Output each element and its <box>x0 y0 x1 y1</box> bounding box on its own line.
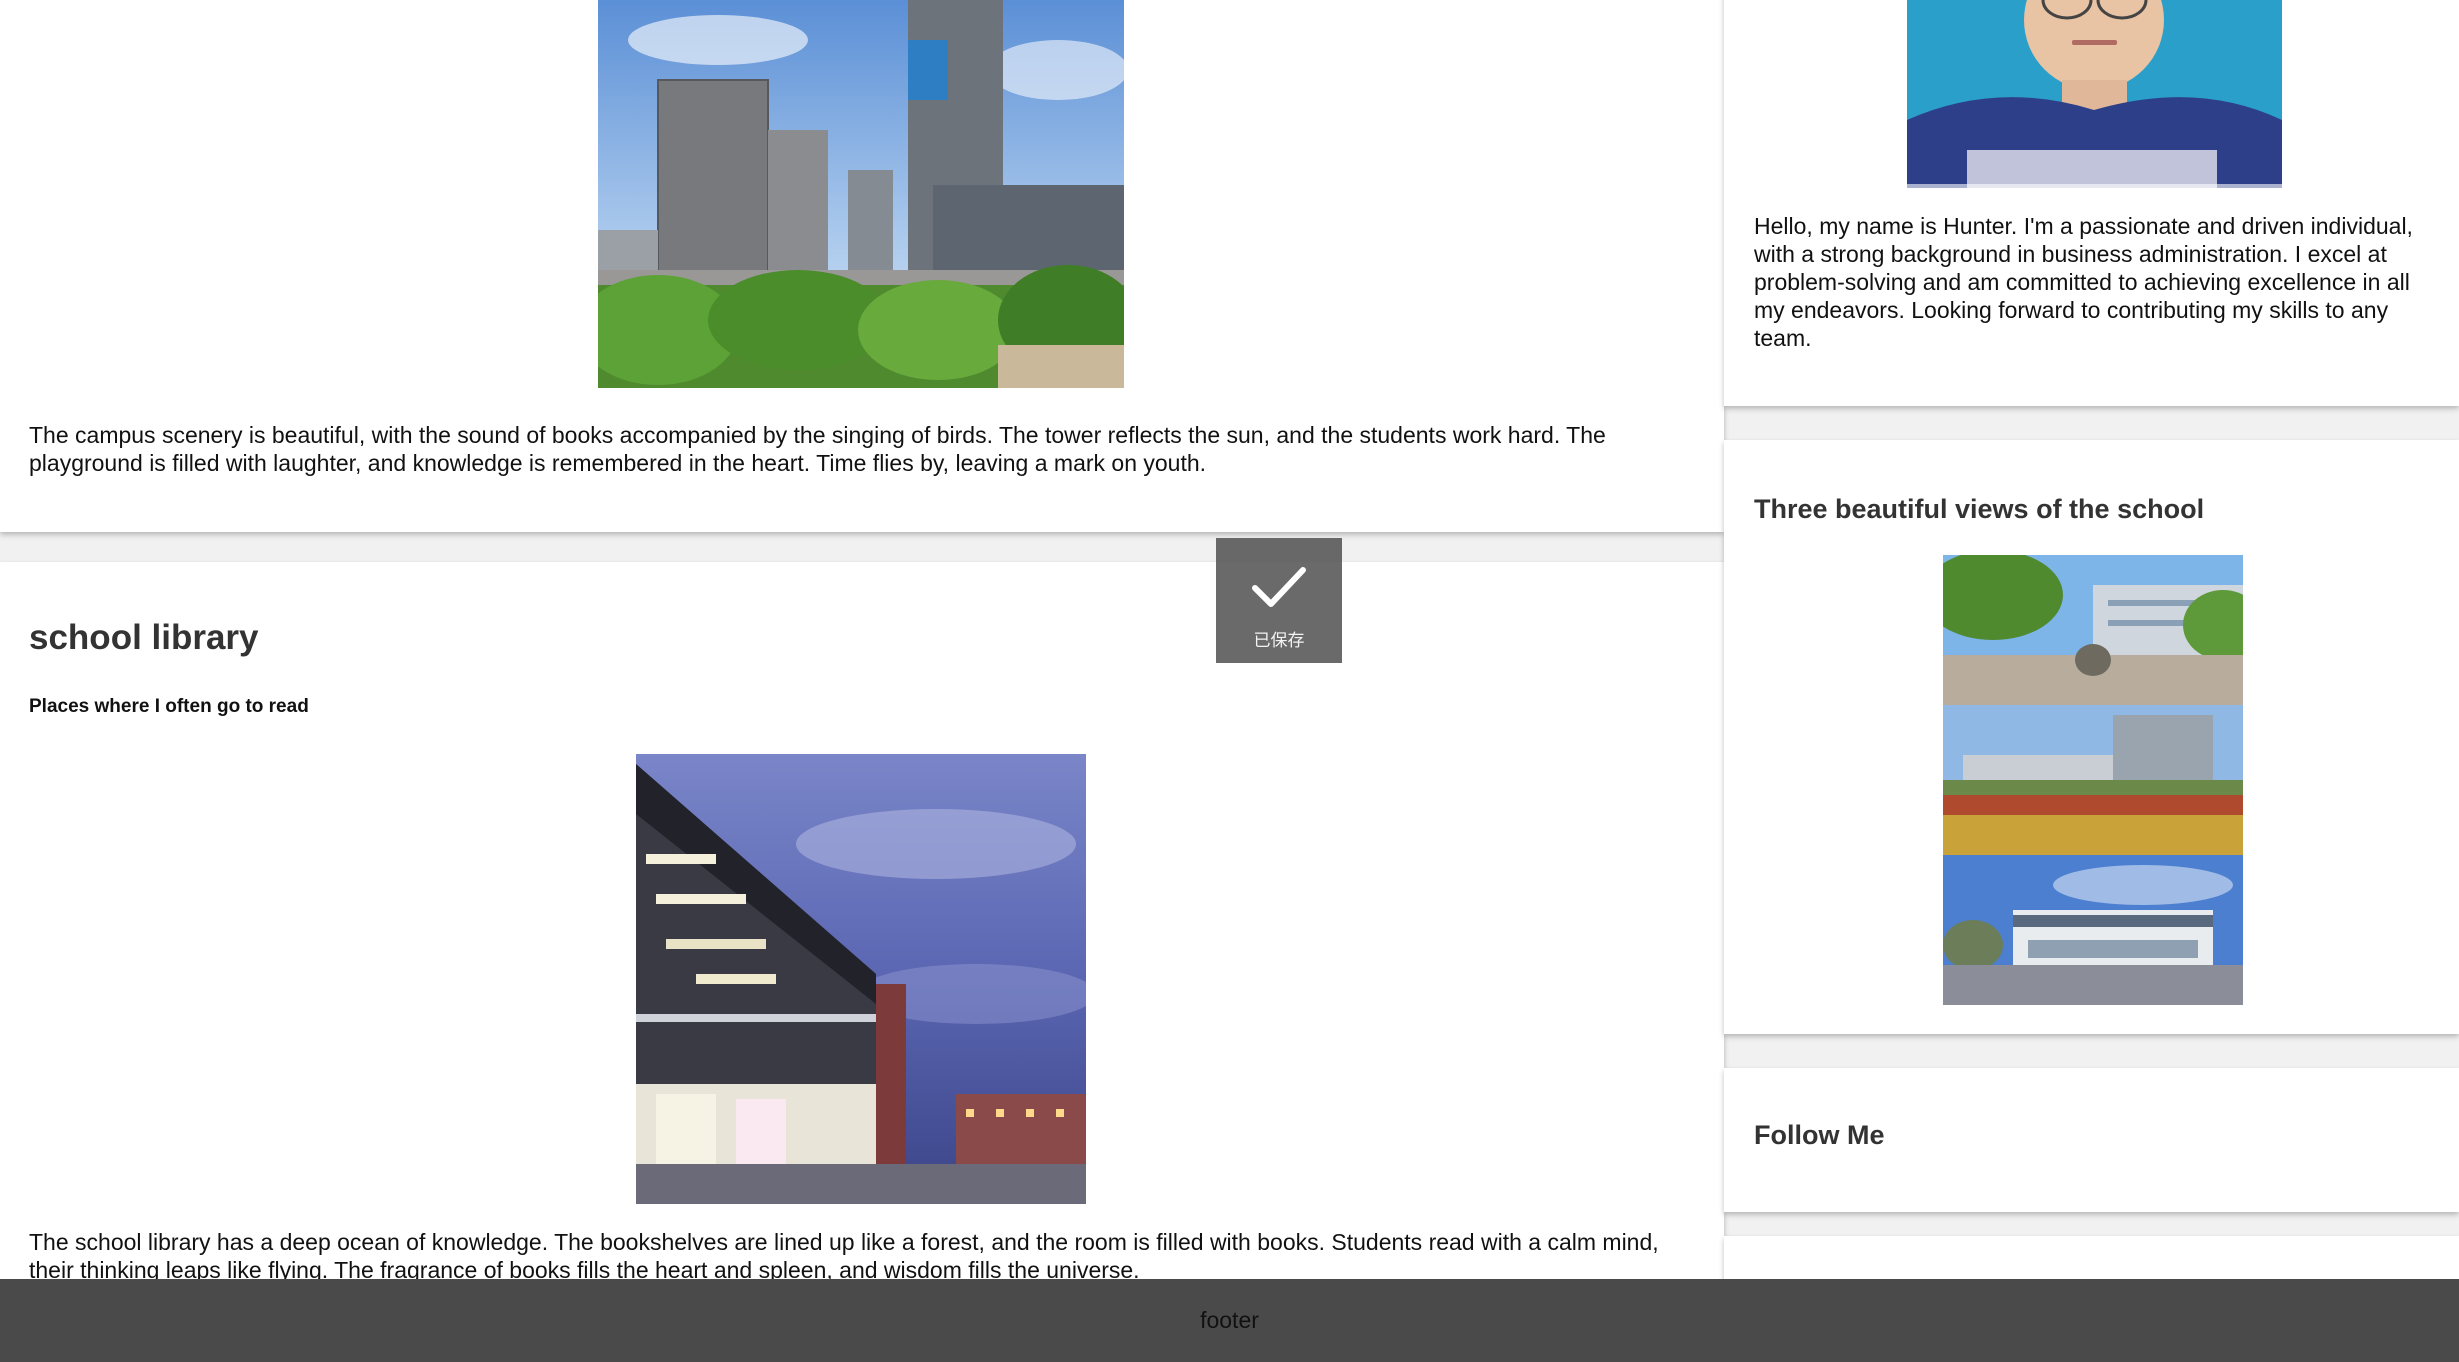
footer-text: footer <box>1200 1307 1259 1333</box>
school-view-1-image <box>1943 555 2243 705</box>
school-view-2-image <box>1943 705 2243 855</box>
profile-photo <box>1907 0 2282 188</box>
library-description: The school library has a deep ocean of k… <box>29 1229 1659 1283</box>
page: The campus scenery is beautiful, with th… <box>0 0 2459 1362</box>
follow-card: Follow Me <box>1724 1068 2459 1212</box>
saved-toast: 已保存 <box>1216 538 1342 663</box>
follow-heading: Follow Me <box>1754 1120 1885 1150</box>
about-text: Hello, my name is Hunter. I'm a passiona… <box>1754 213 2413 351</box>
saved-toast-label: 已保存 <box>1253 631 1305 651</box>
library-subtitle: Places where I often go to read <box>29 696 309 717</box>
footer: footer <box>0 1279 2459 1362</box>
views-card: Three beautiful views of the school <box>1724 440 2459 1034</box>
library-card: school library Places where I often go t… <box>0 562 1724 1362</box>
about-card: Hello, my name is Hunter. I'm a passiona… <box>1724 0 2459 406</box>
library-building-image <box>636 754 1086 1204</box>
views-heading: Three beautiful views of the school <box>1754 494 2205 524</box>
campus-card: The campus scenery is beautiful, with th… <box>0 0 1724 532</box>
library-title: school library <box>29 618 259 657</box>
school-view-3-image <box>1943 855 2243 1005</box>
campus-building-image <box>598 0 1124 388</box>
campus-description: The campus scenery is beautiful, with th… <box>29 422 1606 476</box>
checkmark-icon <box>1252 567 1306 607</box>
